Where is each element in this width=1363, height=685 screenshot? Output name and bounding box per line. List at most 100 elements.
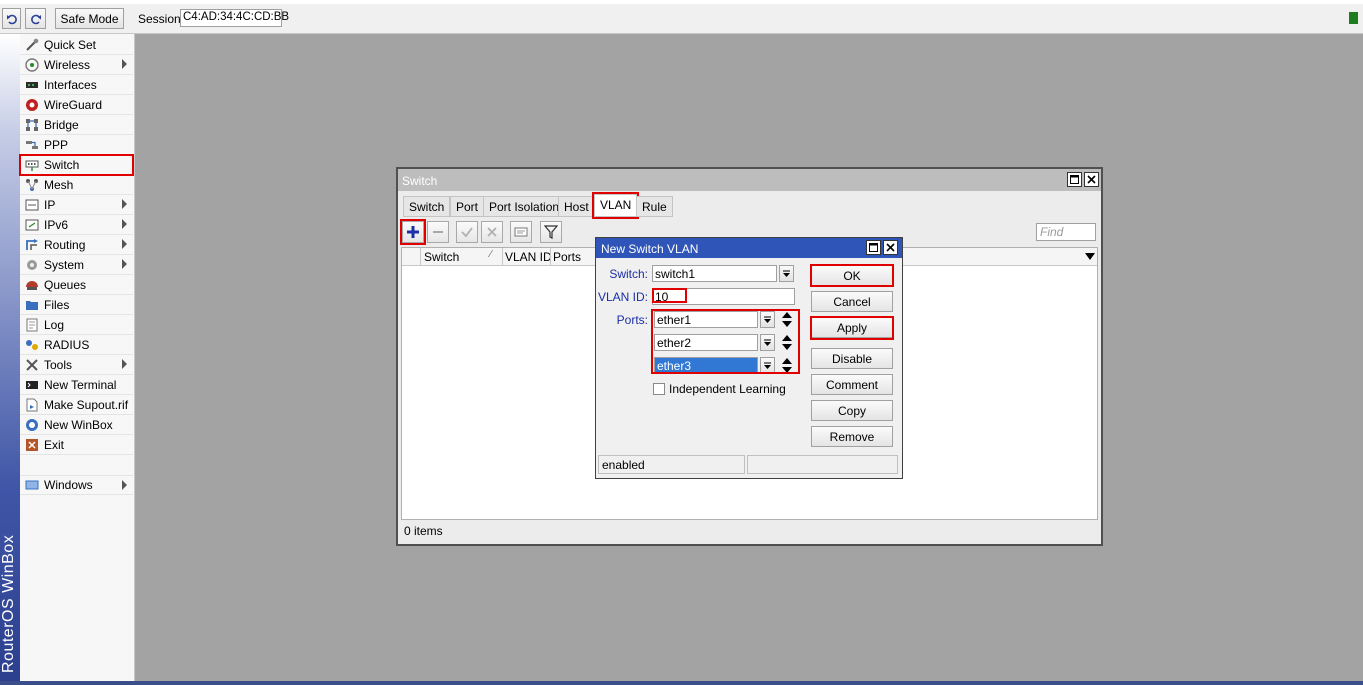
comment-button[interactable]: Comment	[811, 374, 893, 395]
menu-item-new-terminal[interactable]: New Terminal	[20, 375, 133, 395]
tab-switch[interactable]: Switch	[403, 196, 451, 217]
interfaces-icon	[26, 81, 38, 88]
menu-item-interfaces[interactable]: Interfaces	[20, 75, 133, 95]
top-toolbar: Safe Mode Session: C4:AD:34:4C:CD:BB	[0, 0, 1363, 34]
switch-window-title: Switch	[398, 169, 1101, 191]
comment-button[interactable]	[510, 221, 532, 243]
tab-port[interactable]: Port	[450, 196, 485, 217]
menu-item-bridge[interactable]: Bridge	[20, 115, 133, 135]
session-label: Session:	[138, 12, 185, 26]
menu-item-tools[interactable]: Tools	[20, 355, 133, 375]
menu-item-new-winbox[interactable]: New WinBox	[20, 415, 133, 435]
column-header-ports[interactable]: Ports	[553, 250, 581, 264]
taskbar-strip	[0, 681, 1363, 685]
switch-field-label: Switch:	[609, 267, 648, 281]
cross-icon	[487, 227, 497, 237]
dropdown-arrow-icon	[783, 270, 790, 277]
supout-icon	[26, 398, 38, 411]
menu-item-log[interactable]: Log	[20, 315, 133, 335]
undo-button[interactable]	[2, 8, 21, 29]
menu-item-ipv6[interactable]: IPv6	[20, 215, 133, 235]
tab-vlan[interactable]: VLAN	[591, 192, 640, 219]
menu-item-mesh[interactable]: Mesh	[20, 175, 133, 195]
redo-icon	[30, 14, 41, 24]
session-value[interactable]: C4:AD:34:4C:CD:BB	[180, 9, 289, 27]
disable-button[interactable]: Disable	[811, 348, 893, 369]
dialog-close-button[interactable]	[883, 240, 898, 255]
ok-button[interactable]: OK	[811, 265, 893, 286]
vlan-id-input[interactable]: 10	[652, 288, 795, 305]
system-icon	[27, 259, 37, 270]
enable-button[interactable]	[456, 221, 478, 243]
remove-button[interactable]: Remove	[811, 426, 893, 447]
port-2-up-down-icon[interactable]	[781, 334, 793, 351]
cancel-button[interactable]: Cancel	[811, 291, 893, 312]
tab-port-isolation[interactable]: Port Isolation	[483, 196, 566, 217]
wireless-icon	[25, 57, 39, 72]
independent-learning-checkbox[interactable]	[653, 383, 665, 395]
column-separator	[502, 248, 503, 266]
menu-item-routing[interactable]: Routing	[20, 235, 133, 255]
close-icon	[1087, 175, 1096, 184]
vlan-id-field-label: VLAN ID:	[598, 290, 649, 304]
ports-field-label: Ports:	[616, 313, 648, 327]
sort-indicator-icon: ∕	[490, 249, 492, 260]
port-select-2[interactable]: ether2	[654, 334, 758, 351]
column-menu-icon[interactable]	[1085, 253, 1095, 261]
redo-button[interactable]	[25, 8, 46, 29]
dropdown-arrow-icon	[764, 362, 771, 369]
log-icon	[26, 318, 38, 331]
switch-icon	[25, 160, 39, 171]
column-header-vlan-id[interactable]: VLAN ID	[505, 250, 552, 264]
tab-rule[interactable]: Rule	[636, 196, 673, 217]
menu-item-wireless[interactable]: Wireless	[20, 55, 133, 75]
menu-item-windows[interactable]: Windows	[20, 475, 133, 495]
menu-item-ip[interactable]: IP	[20, 195, 133, 215]
menu-item-radius[interactable]: RADIUS	[20, 335, 133, 355]
port-3-dropdown-button[interactable]	[760, 357, 775, 374]
apply-button[interactable]: Apply	[811, 317, 893, 338]
menu-item-system[interactable]: System	[20, 255, 133, 275]
port-1-up-down-icon[interactable]	[781, 311, 793, 328]
maximize-icon	[1070, 175, 1079, 184]
add-button[interactable]	[400, 219, 426, 245]
port-select-3[interactable]: ether3	[654, 357, 758, 374]
safe-mode-button[interactable]: Safe Mode	[55, 8, 124, 29]
filter-button[interactable]	[540, 221, 562, 243]
dialog-title: New Switch VLAN	[596, 238, 902, 258]
terminal-icon	[26, 380, 38, 389]
menu-item-queues[interactable]: Queues	[20, 275, 133, 295]
disable-button[interactable]	[481, 221, 503, 243]
find-input[interactable]: Find	[1036, 223, 1096, 241]
submenu-arrow-icon	[122, 59, 127, 69]
radius-icon	[26, 339, 38, 350]
menu-item-exit[interactable]: Exit	[20, 435, 133, 455]
port-1-dropdown-button[interactable]	[760, 311, 775, 328]
files-icon	[26, 300, 38, 310]
exit-icon	[26, 438, 38, 451]
check-icon	[461, 227, 473, 238]
menu-item-ppp[interactable]: PPP	[20, 135, 133, 155]
menu-item-wireguard[interactable]: WireGuard	[20, 95, 133, 115]
menu-item-make-supout[interactable]: Make Supout.rif	[20, 395, 133, 415]
column-header-switch[interactable]: Switch	[424, 250, 459, 264]
menu-item-quick-set[interactable]: Quick Set	[20, 35, 133, 55]
menu-item-files[interactable]: Files	[20, 295, 133, 315]
switch-dropdown-button[interactable]	[779, 265, 794, 282]
port-select-1[interactable]: ether1	[654, 311, 758, 328]
copy-button[interactable]: Copy	[811, 400, 893, 421]
winbox-icon	[26, 418, 38, 431]
close-button[interactable]	[1084, 172, 1099, 187]
dialog-status: enabled	[598, 455, 745, 474]
dialog-maximize-button[interactable]	[866, 240, 881, 255]
menu-item-switch[interactable]: Switch	[19, 154, 134, 176]
remove-button[interactable]	[427, 221, 449, 243]
maximize-button[interactable]	[1067, 172, 1082, 187]
mesh-icon	[26, 178, 38, 191]
tab-host[interactable]: Host	[558, 196, 595, 217]
queues-icon	[26, 280, 38, 290]
port-3-up-down-icon[interactable]	[781, 357, 793, 374]
switch-select[interactable]: switch1	[652, 265, 777, 282]
minus-icon	[433, 231, 443, 233]
port-2-dropdown-button[interactable]	[760, 334, 775, 351]
